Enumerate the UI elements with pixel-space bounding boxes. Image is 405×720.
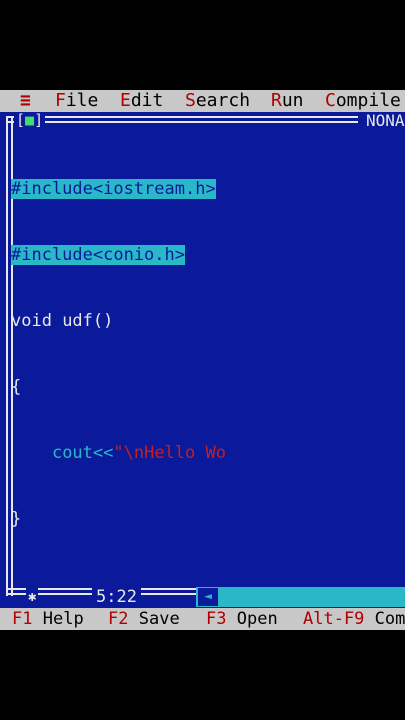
selected-code: #include<iostream.h> <box>11 179 216 199</box>
fkey-compile-label: Com <box>374 609 405 629</box>
menu-run-label: un <box>281 90 304 111</box>
system-menu-icon[interactable]: ≡ <box>20 90 31 112</box>
fkey-compile[interactable]: Alt-F9 Com <box>303 608 405 630</box>
code-keyword: void <box>11 311 63 331</box>
code-identifier: udf <box>62 311 93 331</box>
fkey-save-label: Save <box>138 609 180 629</box>
scroll-left-arrow-icon[interactable]: ◄ <box>198 588 218 606</box>
horizontal-scrollbar[interactable]: ◄ <box>196 587 405 607</box>
code-line-2: #include<conio.h> <box>11 244 226 266</box>
fkey-compile-key: Alt-F9 <box>303 609 365 629</box>
menu-edit-hotkey: E <box>120 90 131 111</box>
menu-run-hotkey: R <box>271 90 282 111</box>
code-editor[interactable]: #include<iostream.h> #include<conio.h> v… <box>11 134 226 574</box>
close-box-close-bracket: ] <box>34 111 44 129</box>
menu-search[interactable]: Search <box>185 90 250 112</box>
code-line-5: cout<<"\nHello Wo <box>11 442 226 464</box>
close-square-icon: ■ <box>25 111 35 129</box>
code-line-1: #include<iostream.h> <box>11 178 226 200</box>
menu-bar: ≡ File Edit Search Run Compile <box>0 90 405 112</box>
fkey-open-key: F3 <box>206 609 227 629</box>
fkey-save-key: F2 <box>108 609 129 629</box>
menu-edit[interactable]: Edit <box>120 90 163 112</box>
window-title: NONA <box>362 112 405 130</box>
fkey-open-label: Open <box>236 609 278 629</box>
menu-run[interactable]: Run <box>271 90 304 112</box>
code-parens: () <box>92 311 114 331</box>
code-brace-close: } <box>11 509 22 529</box>
menu-file-hotkey: F <box>55 90 66 111</box>
close-box-open-bracket: [ <box>16 111 26 129</box>
turbo-cpp-editor-screen: ≡ File Edit Search Run Compile [■] NONA … <box>0 90 405 630</box>
menu-compile[interactable]: Compile <box>325 90 401 112</box>
code-line-4: { <box>11 376 226 398</box>
window-close-box[interactable]: [■] <box>14 111 46 129</box>
fkey-help-key: F1 <box>12 609 33 629</box>
code-brace-open: { <box>11 377 22 397</box>
menu-compile-label: ompile <box>335 90 401 111</box>
fkey-help-label: Help <box>42 609 84 629</box>
menu-search-label: earch <box>195 90 251 111</box>
fkey-open[interactable]: F3 Open <box>206 608 278 630</box>
menu-search-hotkey: S <box>185 90 196 111</box>
fkey-help[interactable]: F1 Help <box>12 608 84 630</box>
code-line-3: void udf() <box>11 310 226 332</box>
code-line-6: } <box>11 508 226 530</box>
menu-file-label: ile <box>65 90 99 111</box>
cursor-position-indicator: 5:22 <box>92 587 141 607</box>
fkey-save[interactable]: F2 Save <box>108 608 180 630</box>
code-cout: cout<< <box>51 443 114 463</box>
selected-code: #include<conio.h> <box>11 245 185 265</box>
window-frame-top <box>6 116 358 123</box>
code-string: "\nHello Wo <box>113 443 226 463</box>
menu-compile-hotkey: C <box>325 90 336 111</box>
frame-corner-icon: ✱ <box>26 587 39 607</box>
function-key-bar: F1 Help F2 Save F3 Open Alt-F9 Com <box>0 608 405 630</box>
menu-file[interactable]: File <box>55 90 98 112</box>
menu-edit-label: dit <box>130 90 164 111</box>
